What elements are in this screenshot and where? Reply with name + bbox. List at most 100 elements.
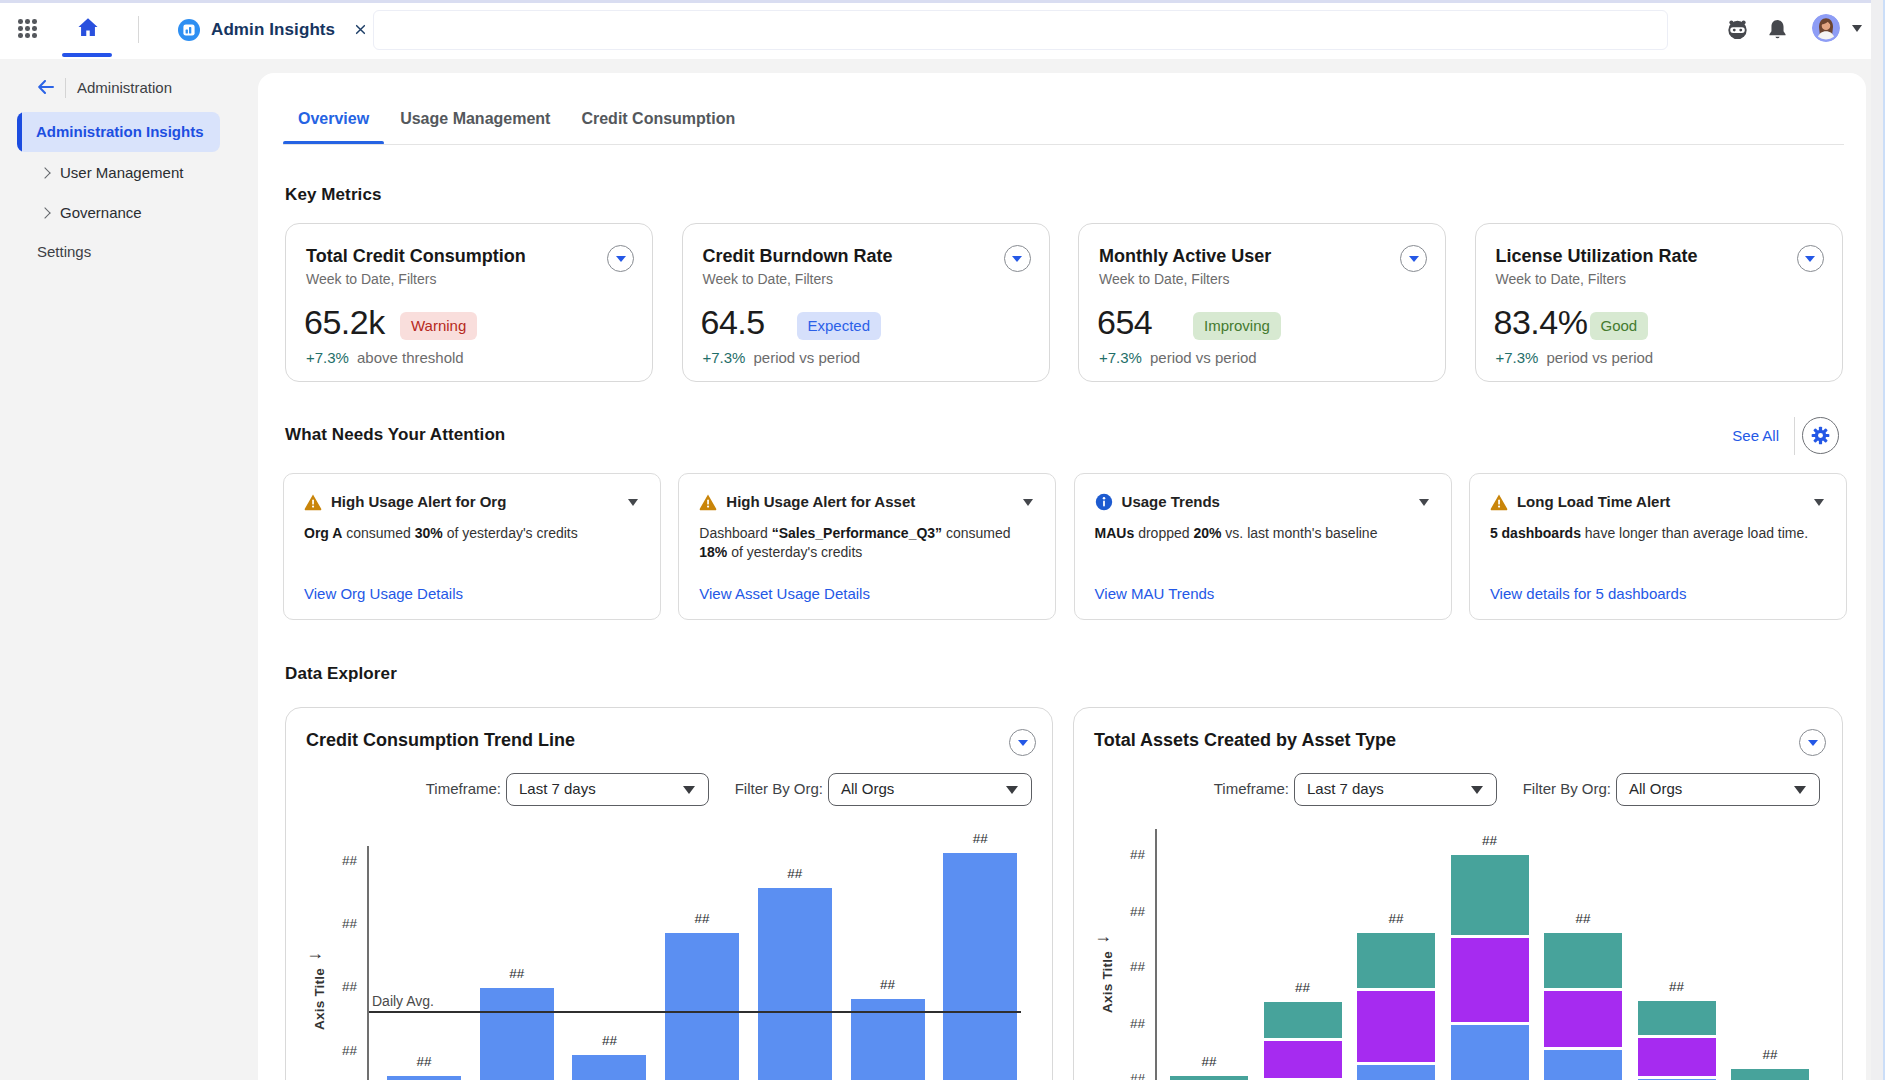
attention-settings-button[interactable] (1802, 417, 1839, 454)
chart-card: Credit Consumption Trend LineTimeframe:L… (285, 707, 1053, 1080)
chevron-down-icon[interactable] (628, 499, 638, 506)
metric-delta-note: period vs period (1546, 349, 1653, 366)
sidebar-item-governance[interactable]: Governance (0, 202, 258, 226)
chart-card: Total Assets Created by Asset TypeTimefr… (1073, 707, 1843, 1080)
bar[interactable] (387, 1076, 461, 1080)
bar-value-label: ## (1295, 980, 1310, 995)
stacked-bar[interactable] (1638, 1001, 1716, 1080)
user-avatar[interactable] (1812, 14, 1840, 42)
bar-segment-blue (1544, 1050, 1622, 1080)
attention-link[interactable]: View MAU Trends (1095, 585, 1215, 602)
metric-delta-note: above threshold (357, 349, 464, 366)
attention-card: Usage TrendsMAUs dropped 20% vs. last mo… (1074, 473, 1452, 620)
chevron-down-icon[interactable] (1814, 499, 1824, 506)
filter-by-org-dropdown[interactable]: All Orgs (828, 773, 1032, 806)
dropdown-value: All Orgs (1629, 780, 1682, 797)
chart-title: Credit Consumption Trend Line (306, 730, 575, 751)
y-axis-title: Axis Title (1100, 951, 1115, 1013)
section-title-attention: What Needs Your Attention (285, 425, 505, 445)
sidebar-item-label: Governance (60, 204, 142, 221)
expand-menu-icon[interactable] (1004, 245, 1031, 272)
attention-link[interactable]: View Org Usage Details (304, 585, 463, 602)
back-arrow-icon[interactable] (37, 80, 57, 96)
sidebar-item-administration-insights[interactable]: Administration Insights (17, 112, 220, 152)
stacked-bar[interactable] (1357, 933, 1435, 1080)
bar-segment-teal (1731, 1069, 1809, 1080)
bar-segment-purple (1264, 1041, 1342, 1080)
bar-value-label: ## (1762, 1047, 1777, 1062)
axis-arrow-icon: → (306, 943, 324, 964)
y-axis-tick-label: ## (1111, 904, 1145, 919)
bar-segment-purple (1544, 991, 1622, 1050)
status-badge: Improving (1193, 312, 1281, 340)
chevron-down-icon[interactable] (1419, 499, 1429, 506)
bar-segment-blue (1451, 1025, 1529, 1080)
y-axis-tick-label: ## (1111, 1071, 1145, 1080)
y-axis-tick-label: ## (323, 853, 357, 868)
bar-value-label: ## (1575, 911, 1590, 926)
filter-by-org-dropdown[interactable]: All Orgs (1616, 773, 1820, 806)
bar[interactable] (572, 1055, 646, 1080)
metric-subtitle: Week to Date, Filters (306, 271, 436, 287)
chevron-down-icon[interactable] (1023, 499, 1033, 506)
filter-by-org-label: Filter By Org: (1464, 780, 1611, 797)
metric-card: License Utilization RateWeek to Date, Fi… (1475, 223, 1843, 382)
status-badge: Expected (797, 312, 882, 340)
assistant-bot-icon[interactable] (1725, 17, 1749, 41)
bar[interactable] (480, 988, 554, 1080)
sidebar-item-settings[interactable]: Settings (0, 241, 258, 265)
selected-item-accent-bar (17, 112, 22, 152)
dropdown-value: Last 7 days (519, 780, 596, 797)
bar-value-label: ## (1201, 1054, 1216, 1069)
warning-icon (1490, 493, 1508, 511)
main-content-panel: Overview Usage Management Credit Consump… (258, 73, 1866, 1080)
tab-credit-consumption[interactable]: Credit Consumption (580, 93, 736, 145)
metric-delta: +7.3% (306, 349, 349, 366)
expand-menu-icon[interactable] (1797, 245, 1824, 272)
metric-delta-row: +7.3% above threshold (306, 349, 464, 366)
bar-value-label: ## (416, 1054, 431, 1069)
metric-delta: +7.3% (1496, 349, 1539, 366)
user-menu-caret-icon[interactable] (1852, 25, 1862, 32)
page-scrollbar-track[interactable] (1871, 0, 1883, 1080)
bar-value-label: ## (1388, 911, 1403, 926)
bar[interactable] (943, 853, 1017, 1080)
bar[interactable] (665, 933, 739, 1080)
chart-title: Total Assets Created by Asset Type (1094, 730, 1396, 751)
attention-link[interactable]: View details for 5 dashboards (1490, 585, 1687, 602)
chevron-down-icon (1012, 256, 1022, 262)
metric-delta: +7.3% (703, 349, 746, 366)
bar[interactable] (758, 888, 832, 1080)
see-all-link[interactable]: See All (1732, 427, 1779, 444)
tabs-divider (283, 144, 1844, 145)
stacked-bar[interactable] (1451, 855, 1529, 1080)
key-metrics-row: Total Credit ConsumptionWeek to Date, Fi… (285, 223, 1843, 382)
section-title-data-explorer: Data Explorer (285, 664, 397, 684)
stacked-bar[interactable] (1544, 933, 1622, 1080)
attention-link[interactable]: View Asset Usage Details (699, 585, 870, 602)
bar-value-label: ## (695, 911, 710, 926)
expand-menu-icon[interactable] (1400, 245, 1427, 272)
tab-usage-management[interactable]: Usage Management (399, 93, 551, 145)
chevron-down-icon (1409, 256, 1419, 262)
y-axis-tick-label: ## (1111, 959, 1145, 974)
chevron-down-icon (1006, 786, 1018, 794)
dropdown-value: Last 7 days (1307, 780, 1384, 797)
stacked-bar[interactable] (1264, 1002, 1342, 1080)
stacked-bar[interactable] (1170, 1076, 1248, 1080)
metric-card: Credit Burndown RateWeek to Date, Filter… (682, 223, 1050, 382)
sidebar-item-label: Administration Insights (36, 123, 204, 140)
chevron-right-icon (39, 207, 50, 218)
sidebar-item-user-management[interactable]: User Management (0, 162, 258, 186)
notifications-bell-icon[interactable] (1765, 17, 1789, 41)
metric-delta-note: period vs period (753, 349, 860, 366)
expand-menu-icon[interactable] (1799, 729, 1826, 756)
top-navigation-bar: Admin Insights (0, 0, 1885, 59)
metric-value: 65.2k (304, 303, 385, 342)
expand-menu-icon[interactable] (1009, 729, 1036, 756)
expand-menu-icon[interactable] (607, 245, 634, 272)
stacked-bar[interactable] (1731, 1069, 1809, 1080)
metric-delta: +7.3% (1099, 349, 1142, 366)
y-axis-tick-label: ## (323, 1043, 357, 1058)
tab-overview[interactable]: Overview (297, 93, 370, 145)
